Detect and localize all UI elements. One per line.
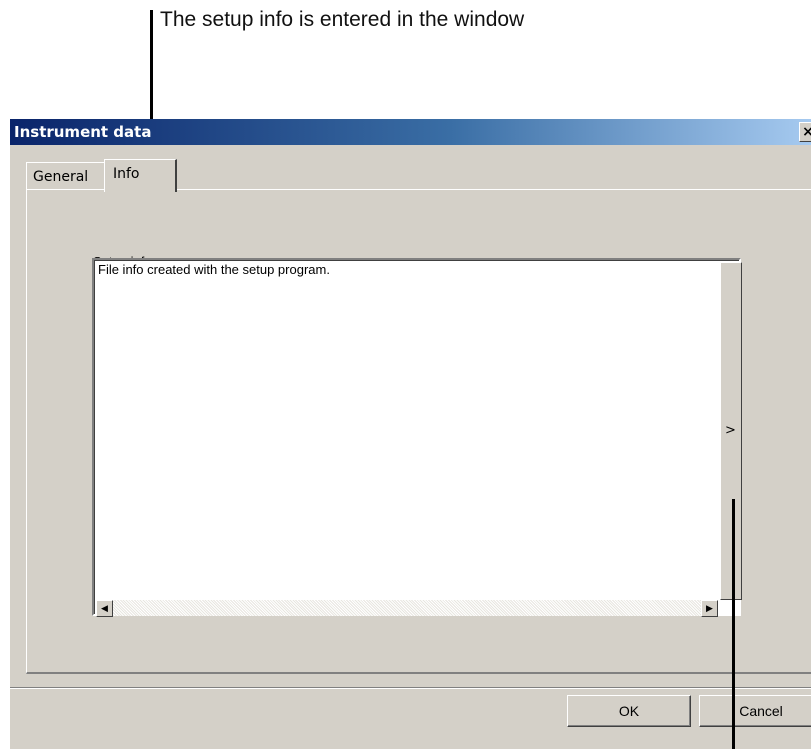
scroll-right-button[interactable]: ▶	[701, 600, 718, 617]
cancel-button[interactable]: Cancel	[699, 695, 811, 727]
callout-line-bottom	[732, 499, 735, 749]
scroll-right-icon: ▶	[706, 603, 713, 613]
scroll-left-icon: ◀	[101, 603, 108, 613]
dialog-title: Instrument data	[14, 123, 152, 141]
horizontal-scrollbar[interactable]: ◀ ▶	[96, 600, 718, 617]
close-icon: ×	[802, 124, 811, 140]
chevron-right-icon: >	[725, 423, 736, 438]
tab-info[interactable]: Info	[104, 159, 177, 192]
bottom-separator	[10, 687, 811, 689]
annotation-text: The setup info is entered in the window	[160, 8, 525, 31]
setup-info-textarea[interactable]: File info created with the setup program…	[92, 258, 742, 617]
scroll-left-button[interactable]: ◀	[96, 600, 113, 617]
instrument-data-dialog: Instrument data × General Info Setup inf…	[10, 119, 811, 749]
ok-button[interactable]: OK	[567, 695, 691, 727]
dialog-titlebar[interactable]: Instrument data ×	[10, 119, 811, 145]
tab-general[interactable]: General	[26, 162, 107, 189]
vertical-scrollbar[interactable]: >	[720, 262, 742, 600]
setup-info-text: File info created with the setup program…	[98, 262, 330, 277]
close-button[interactable]: ×	[799, 122, 811, 142]
